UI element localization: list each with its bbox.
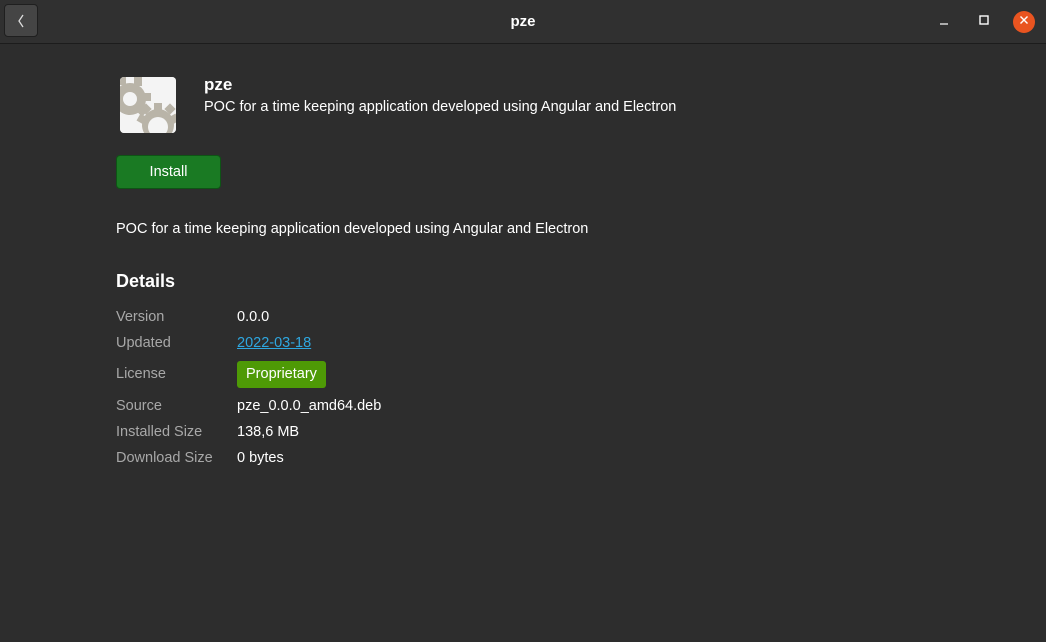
- chevron-left-icon: [16, 13, 26, 29]
- detail-label: Installed Size: [116, 424, 203, 440]
- minimize-button[interactable]: [933, 11, 955, 33]
- app-summary: POC for a time keeping application devel…: [204, 99, 677, 115]
- detail-value: 0 bytes: [237, 450, 284, 466]
- detail-row-version: Version 0.0.0: [116, 309, 516, 331]
- detail-label: Source: [116, 398, 162, 414]
- detail-row-source: Source pze_0.0.0_amd64.deb: [116, 398, 516, 420]
- maximize-icon: [978, 13, 990, 31]
- window-title: pze: [510, 13, 536, 30]
- app-icon: [120, 77, 176, 133]
- header-bar: pze: [0, 0, 1046, 44]
- details-heading: Details: [116, 271, 176, 291]
- detail-value: 138,6 MB: [237, 424, 300, 440]
- minimize-icon: [938, 13, 950, 31]
- install-button[interactable]: Install: [116, 155, 221, 189]
- close-icon: [1018, 13, 1030, 31]
- detail-row-updated: Updated 2022-03-18: [116, 335, 516, 357]
- updated-date-link[interactable]: 2022-03-18: [237, 335, 311, 351]
- detail-label: License: [116, 366, 166, 382]
- detail-value: pze_0.0.0_amd64.deb: [237, 398, 382, 414]
- license-badge[interactable]: Proprietary: [237, 361, 326, 388]
- app-details-page: pze POC for a time keeping application d…: [0, 45, 1046, 642]
- detail-value: 0.0.0: [237, 309, 270, 325]
- detail-label: Updated: [116, 335, 171, 351]
- detail-label: Download Size: [116, 450, 213, 466]
- detail-row-license: License Proprietary: [116, 361, 516, 388]
- detail-row-installed-size: Installed Size 138,6 MB: [116, 424, 516, 446]
- maximize-button[interactable]: [973, 11, 995, 33]
- detail-label: Version: [116, 309, 165, 325]
- close-button[interactable]: [1013, 11, 1035, 33]
- back-button[interactable]: [4, 4, 38, 37]
- detail-row-download-size: Download Size 0 bytes: [116, 450, 516, 472]
- gear-icon: [120, 77, 176, 133]
- app-name: pze: [204, 75, 233, 94]
- app-window: pze pze POC for a time keeping applicati…: [0, 0, 1046, 642]
- app-description: POC for a time keeping application devel…: [116, 221, 589, 237]
